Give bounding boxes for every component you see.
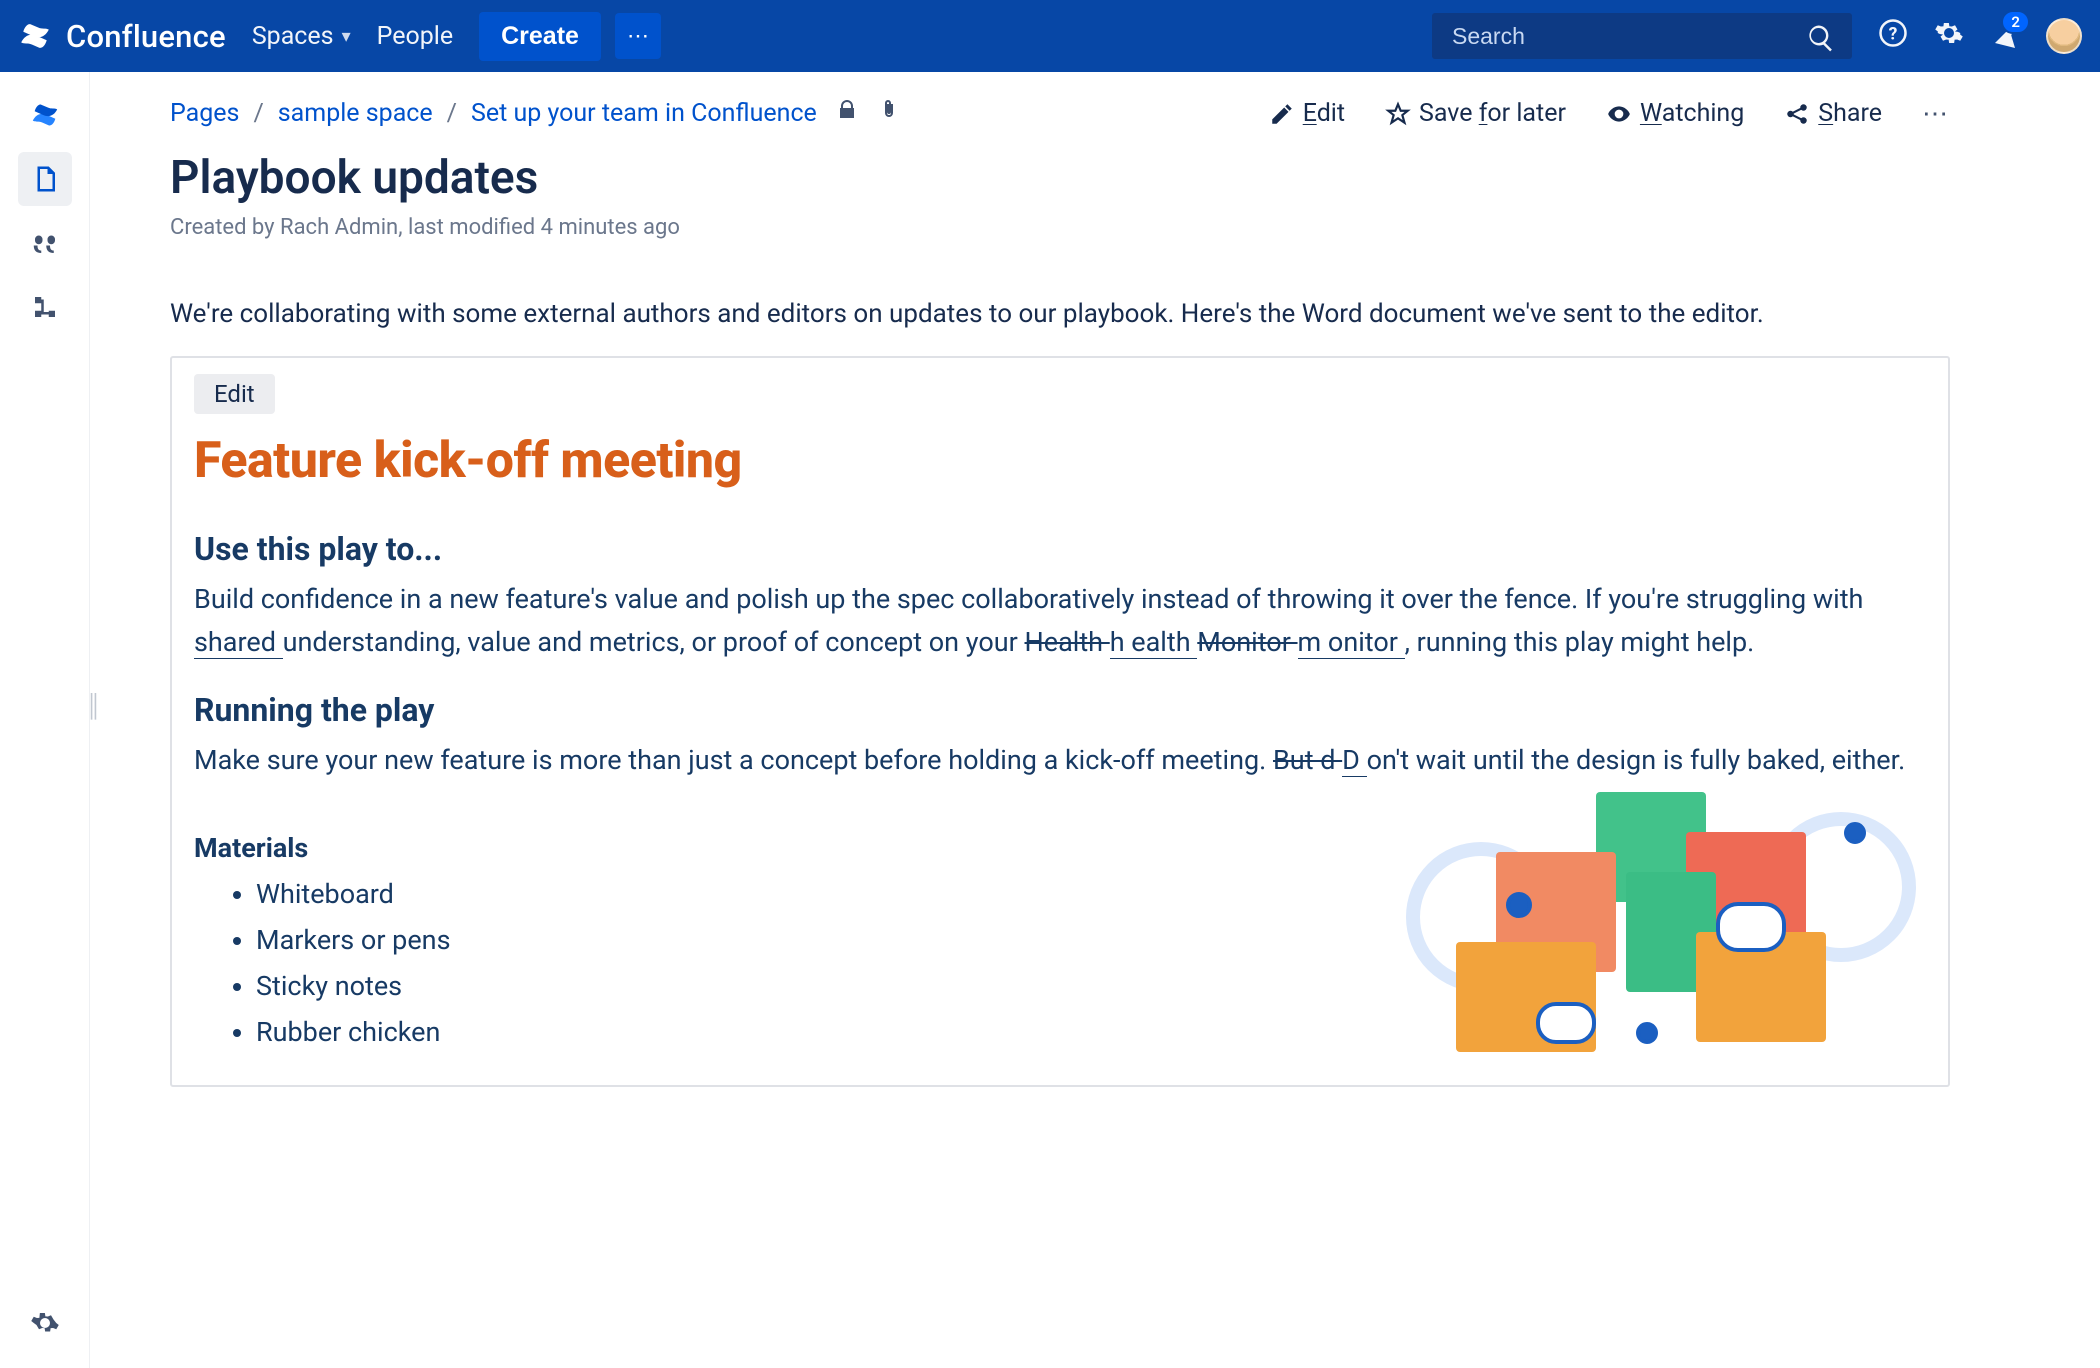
doc-illustration [1406, 792, 1926, 1052]
list-item: Whiteboard [256, 872, 1346, 918]
action-save[interactable]: Save for later [1385, 99, 1566, 128]
action-edit[interactable]: Edit [1269, 99, 1345, 128]
doc-heading-1: Feature kick-off meeting [194, 432, 1926, 490]
doc-edit-button[interactable]: Edit [194, 374, 275, 414]
action-share[interactable]: Share [1784, 99, 1882, 128]
sidebar-rail [0, 72, 90, 1368]
rail-tree[interactable] [18, 280, 72, 334]
crumb-space[interactable]: sample space [278, 99, 433, 128]
crumb-parent[interactable]: Set up your team in Confluence [471, 99, 817, 128]
crumb-pages[interactable]: Pages [170, 99, 239, 128]
create-button[interactable]: Create [479, 12, 601, 61]
nav-people[interactable]: People [377, 22, 454, 51]
search-container [1432, 13, 1852, 59]
brand[interactable]: Confluence [18, 18, 226, 55]
breadcrumb: Pages / sample space / Set up your team … [170, 98, 901, 129]
list-item: Markers or pens [256, 918, 1346, 964]
share-icon [1784, 101, 1810, 127]
crumb-sep: / [447, 99, 457, 128]
page-byline: Created by Rach Admin, last modified 4 m… [170, 215, 1950, 240]
action-more[interactable]: ⋯ [1922, 99, 1950, 129]
doc-heading-2a: Use this play to... [194, 530, 1926, 568]
rail-settings[interactable] [18, 1296, 72, 1350]
help-icon[interactable]: ? [1878, 18, 1908, 55]
nav-spaces-label: Spaces [252, 22, 334, 51]
embedded-document: Edit Feature kick-off meeting Use this p… [170, 356, 1950, 1087]
main-content: Pages / sample space / Set up your team … [90, 72, 2100, 1368]
nav-people-label: People [377, 22, 454, 51]
ellipsis-icon: ⋯ [627, 23, 649, 49]
rail-blog[interactable] [18, 216, 72, 270]
doc-heading-2b: Running the play [194, 691, 1926, 729]
rail-pages[interactable] [18, 152, 72, 206]
action-watch[interactable]: Watching [1606, 99, 1744, 128]
brand-label: Confluence [66, 18, 226, 55]
notification-badge: 2 [2001, 10, 2030, 34]
page-intro: We're collaborating with some external a… [170, 294, 1950, 334]
search-icon[interactable] [1806, 23, 1836, 60]
list-item: Rubber chicken [256, 1010, 1346, 1056]
restrictions-icon[interactable] [835, 98, 859, 129]
nav-spaces[interactable]: Spaces ▾ [252, 22, 351, 51]
settings-icon[interactable] [1934, 18, 1964, 55]
svg-text:?: ? [1889, 24, 1898, 44]
materials-list: Whiteboard Markers or pens Sticky notes … [256, 872, 1346, 1056]
rail-space-logo[interactable] [18, 88, 72, 142]
page-title: Playbook updates [170, 151, 1950, 205]
confluence-logo-icon [18, 19, 52, 53]
doc-heading-3: Materials [194, 832, 1346, 864]
eye-icon [1606, 101, 1632, 127]
doc-paragraph-1: Build confidence in a new feature's valu… [194, 578, 1926, 664]
attachments-icon[interactable] [877, 98, 901, 129]
star-icon [1385, 101, 1411, 127]
crumb-sep: / [253, 99, 263, 128]
page-header-row: Pages / sample space / Set up your team … [170, 98, 1950, 129]
doc-paragraph-2: Make sure your new feature is more than … [194, 739, 1926, 782]
top-navigation: Confluence Spaces ▾ People Create ⋯ ? 2 [0, 0, 2100, 72]
notifications-icon[interactable]: 2 [1990, 18, 2020, 55]
pencil-icon [1269, 101, 1295, 127]
chevron-down-icon: ▾ [342, 26, 351, 47]
search-input[interactable] [1432, 13, 1852, 59]
user-avatar[interactable] [2046, 18, 2082, 54]
create-more-button[interactable]: ⋯ [615, 13, 661, 59]
list-item: Sticky notes [256, 964, 1346, 1010]
